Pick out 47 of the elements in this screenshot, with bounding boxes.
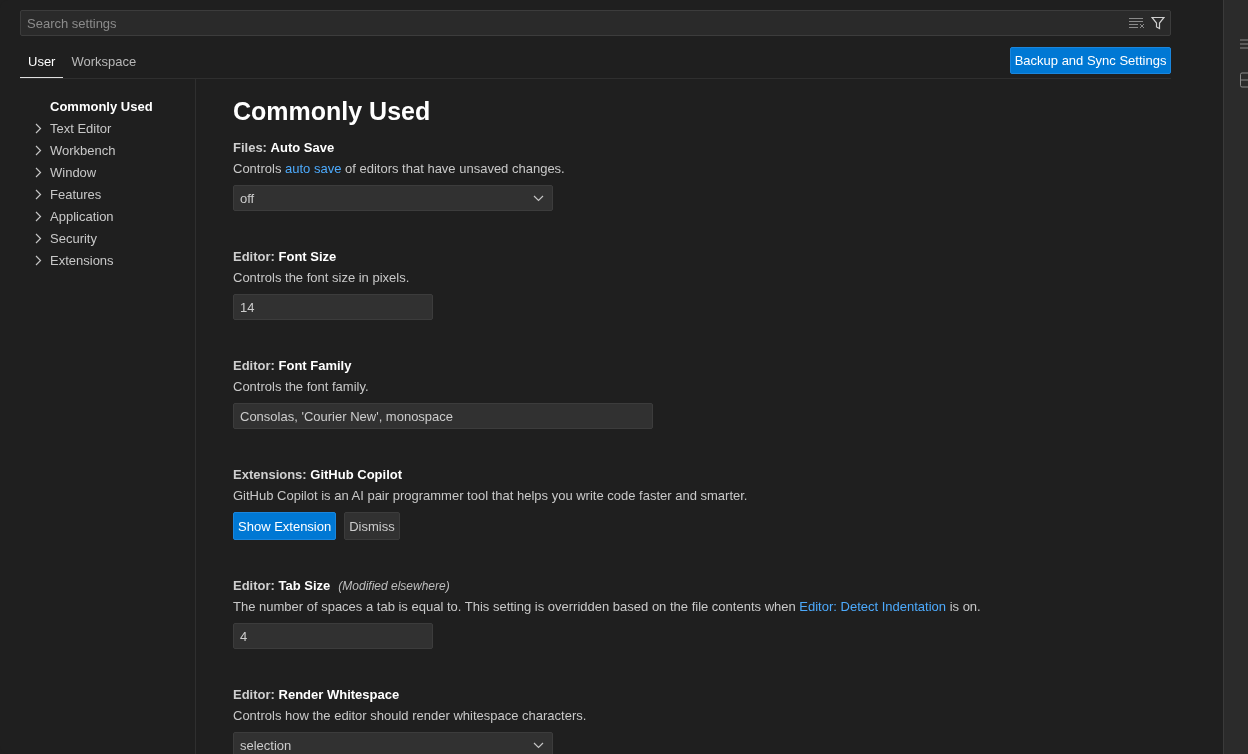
setting-title: Editor: Render Whitespace — [233, 687, 400, 702]
chevron-right-icon — [35, 122, 42, 134]
action-button[interactable]: Show Extension — [233, 512, 337, 540]
action-button[interactable]: Dismiss — [344, 512, 400, 540]
chevron-right-icon — [35, 166, 42, 178]
chevron-down-icon — [533, 741, 544, 749]
toc-item[interactable]: Workbench — [20, 139, 195, 161]
modified-note: (Modified elsewhere) — [338, 579, 450, 593]
setting-link[interactable]: Editor: Detect Indentation — [799, 599, 947, 614]
scope-tab[interactable]: Workspace — [63, 54, 145, 78]
setting-description: The number of spaces a tab is equal to. This setting is overridden based on the file contents when Editor: Detect Indentation is on. — [233, 599, 981, 614]
toc-item[interactable]: Commonly Used — [20, 95, 195, 117]
number-field[interactable]: 14 — [233, 294, 433, 320]
setting-description: Controls auto save of editors that have unsaved changes. — [233, 161, 566, 176]
chevron-down-icon — [533, 194, 544, 202]
backup-sync-button[interactable]: Backup and Sync Settings — [1009, 47, 1172, 74]
scope-tab[interactable]: User — [20, 54, 64, 78]
toc-item[interactable]: Features — [20, 183, 195, 205]
setting-title: Extensions: GitHub Copilot — [233, 467, 402, 482]
chevron-right-icon — [35, 232, 42, 244]
dropdown[interactable]: selection — [233, 732, 553, 754]
toc-item[interactable]: Window — [20, 161, 195, 183]
number-field[interactable]: 4 — [233, 623, 433, 649]
dropdown[interactable]: off — [233, 185, 553, 211]
setting-title: Editor: Tab Size — [233, 578, 331, 593]
chevron-right-icon — [35, 210, 42, 222]
setting-description: Controls how the editor should render whitespace characters. — [233, 708, 588, 723]
chevron-right-icon — [35, 144, 42, 156]
chevron-right-icon — [35, 188, 42, 200]
filter-icon[interactable] — [1151, 16, 1166, 30]
toc-item[interactable]: Text Editor — [20, 117, 195, 139]
toc-item[interactable]: Application — [20, 205, 195, 227]
clear-filter-icon[interactable] — [1129, 17, 1146, 29]
toc-item[interactable]: Security — [20, 227, 195, 249]
toc-item[interactable]: Extensions — [20, 249, 195, 271]
section-heading: Commonly Used — [233, 97, 432, 126]
panel-icon[interactable] — [1240, 72, 1248, 88]
setting-title: Editor: Font Family — [233, 358, 352, 373]
search-field[interactable]: Search settings — [20, 10, 1172, 36]
setting-description: Controls the font size in pixels. — [233, 270, 411, 285]
setting-description: GitHub Copilot is an AI pair programmer tool that helps you write code faster and smarter. — [233, 488, 749, 503]
setting-title: Files: Auto Save — [233, 140, 335, 155]
setting-description: Controls the font family. — [233, 379, 370, 394]
chevron-right-icon — [35, 254, 42, 266]
setting-link[interactable]: auto save — [285, 161, 342, 176]
setting-title: Editor: Font Size — [233, 249, 337, 264]
text-field[interactable]: Consolas, 'Courier New', monospace — [233, 403, 653, 429]
